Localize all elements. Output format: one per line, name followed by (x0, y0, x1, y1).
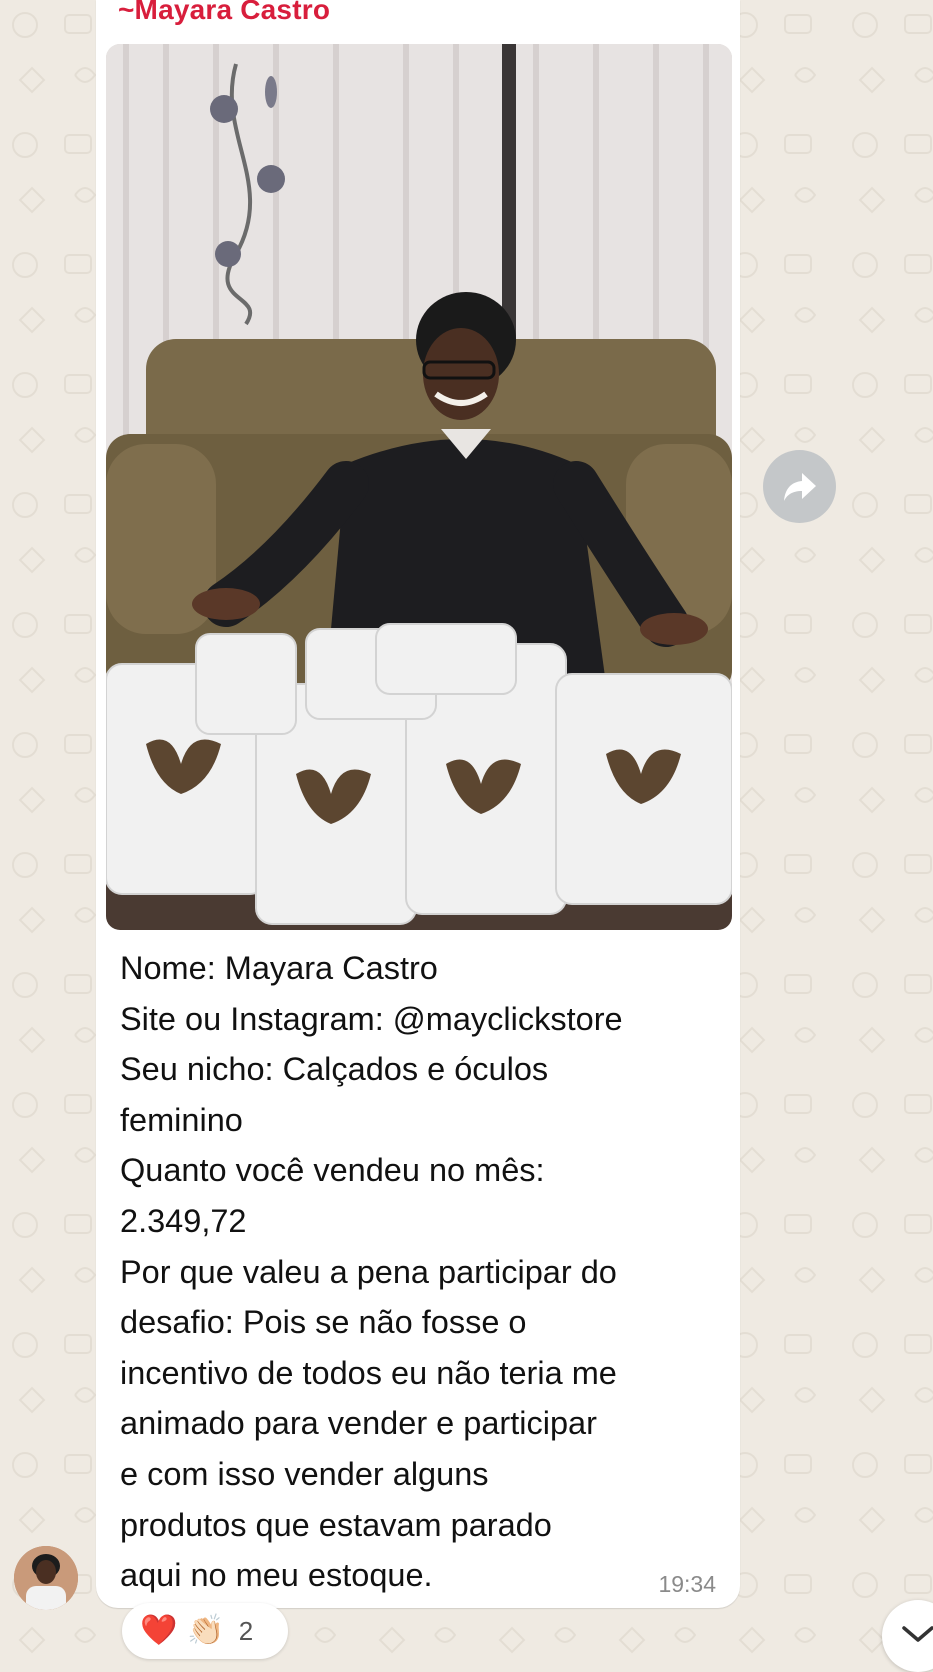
message-bubble[interactable]: ~Mayara Castro Nome: Mayara Castro Site … (96, 0, 740, 1608)
message-line: feminino (120, 1101, 243, 1138)
chevron-down-icon (902, 1626, 933, 1642)
message-line: 2.349,72 (120, 1202, 247, 1239)
message-line: Site ou Instagram: @mayclickstore (120, 1000, 623, 1037)
message-line: e com isso vender alguns (120, 1455, 489, 1492)
message-line: Por que valeu a pena participar do (120, 1253, 617, 1290)
forward-button[interactable] (763, 450, 836, 523)
message-time: 19:34 (658, 1571, 716, 1597)
clap-reaction-icon: 👏🏻 (187, 1614, 225, 1647)
message-line: desafio: Pois se não fosse o (120, 1304, 527, 1341)
avatar-illustration (14, 1546, 78, 1610)
forward-arrow-icon (783, 472, 816, 501)
message-line: incentivo de todos eu não teria me (120, 1354, 617, 1391)
message-line: aqui no meu estoque. (120, 1557, 433, 1594)
message-text[interactable]: Nome: Mayara Castro Site ou Instagram: @… (120, 943, 720, 1601)
message-line: animado para vender e participar (120, 1405, 597, 1442)
message-line: produtos que estavam parado (120, 1506, 552, 1543)
photo-illustration (106, 44, 732, 930)
message-photo[interactable] (106, 44, 732, 930)
message-line: Nome: Mayara Castro (120, 950, 438, 986)
sender-name[interactable]: ~Mayara Castro (118, 0, 330, 26)
reactions-pill[interactable]: ❤️ 👏🏻 2 (122, 1603, 288, 1659)
heart-reaction-icon: ❤️ (140, 1614, 178, 1647)
reaction-count: 2 (238, 1615, 254, 1646)
sender-avatar[interactable] (14, 1546, 78, 1610)
message-line: Quanto você vendeu no mês: (120, 1152, 545, 1189)
message-line: Seu nicho: Calçados e óculos (120, 1051, 549, 1088)
